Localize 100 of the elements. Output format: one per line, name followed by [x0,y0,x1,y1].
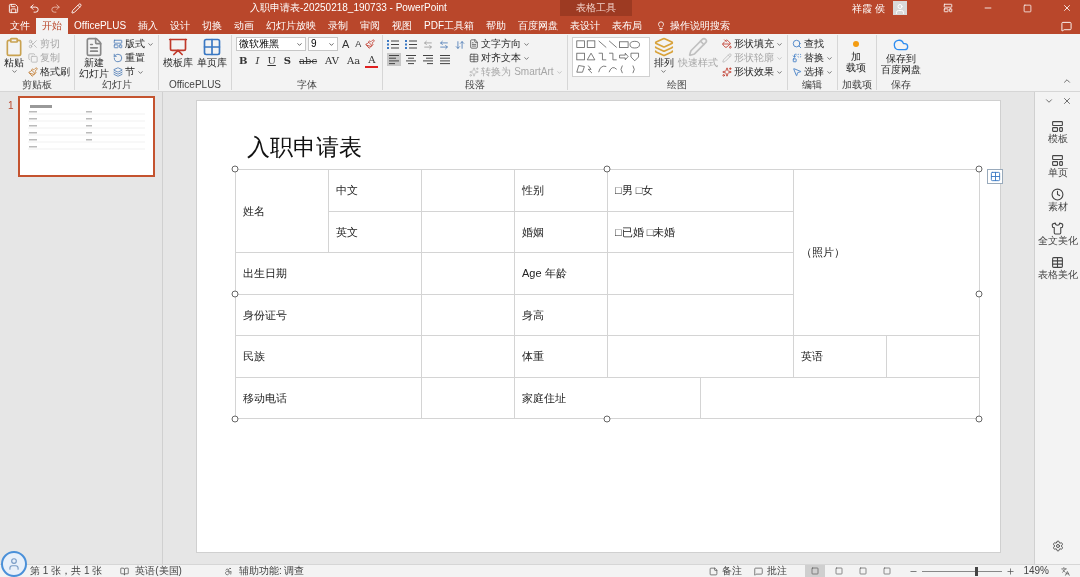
arrange-button[interactable]: 排列 [653,37,674,75]
ribbon-button[interactable]: 格式刷 [28,65,70,79]
save-to-cloud-button[interactable]: 保存到 百度网盘 [880,37,921,75]
ribbon-button[interactable]: 对齐文本 [469,51,563,65]
window-title: 入职申请表-20250218_190733 - PowerPoint [250,1,447,15]
ribbon-button[interactable]: 选择 [791,65,833,79]
side-pane-button[interactable]: 模板 [1047,120,1068,144]
side-pane-button[interactable]: 单页 [1047,154,1068,178]
format-button[interactable]: I [252,55,263,67]
ribbon-button[interactable]: 形状效果 [721,65,783,79]
ribbon-tab[interactable]: 插入 [132,18,165,34]
ribbon-tab[interactable]: 幻灯片放映 [260,18,323,34]
ribbon-button[interactable]: 文字方向 [469,37,563,51]
settings-icon [1051,540,1064,552]
ribbon-display-icon [943,3,953,13]
search-icon [791,39,802,49]
ribbon-tab[interactable]: 审阅 [354,18,387,34]
table-cell: 性别 [514,169,608,211]
pointer-icon [791,67,802,77]
paste-button[interactable]: 粘贴 [4,37,24,75]
caret-icon [296,40,303,48]
ribbon-tab[interactable]: 开始 [36,18,68,34]
group-label: OfficePLUS [167,79,223,90]
align-icon [388,54,401,65]
side-pane-button[interactable]: 素材 [1047,188,1068,212]
slide-counter: 第 1 张，共 1 张 [30,565,103,577]
addins-button[interactable]: 加 载项 [841,37,870,73]
outline-icon [721,53,732,63]
ribbon-button[interactable]: 形状填充 [721,37,783,51]
bullets-icon [387,39,400,50]
comments-icon [754,566,764,576]
comments-icon [1061,20,1072,32]
ribbon-button[interactable]: 替换 [791,51,833,65]
ribbon-tab[interactable]: OfficePLUS [68,18,133,34]
ribbon-button[interactable]: 查找 [791,37,833,51]
align-icon [422,54,435,65]
accessibility-status[interactable]: 辅助功能: 调查 [238,565,305,577]
person-icon [7,557,21,571]
align-button[interactable] [404,53,419,66]
template-button[interactable]: 单页库 [197,37,227,68]
font-name-field[interactable]: 微软雅黑 [236,37,306,51]
ribbon-tab[interactable]: 帮助 [480,18,513,34]
ribbon-tab[interactable]: 视图 [386,18,419,34]
resize-handle[interactable] [975,165,983,173]
language-status[interactable]: 英语(美国) [135,565,182,577]
numbering-icon [405,39,418,50]
new-slide-button[interactable]: 新建 幻灯片 [79,37,109,79]
resize-handle[interactable] [603,415,611,423]
align-button[interactable] [387,53,402,66]
table-cell: 家庭住址 [514,377,701,419]
template-button[interactable]: 模板库 [163,37,193,68]
ribbon-tab[interactable]: 文件 [4,18,36,34]
align-button[interactable] [438,53,453,66]
align-button[interactable] [421,53,436,66]
template-icon [1051,120,1064,133]
zoom-level[interactable]: 149% [1023,565,1049,577]
resize-handle[interactable] [231,290,239,298]
resize-handle[interactable] [603,165,611,173]
tell-me-search[interactable]: 操作说明搜索 [670,18,731,34]
comments-button[interactable]: 批注 [767,565,788,577]
format-button[interactable]: B [236,55,251,67]
ribbon-button[interactable]: 节 [113,65,154,79]
resize-handle[interactable] [231,165,239,173]
side-pane-button[interactable]: 全文美化 [1037,222,1078,246]
grow-font-button[interactable]: A [340,38,352,50]
shapes-gallery-drawing[interactable] [571,37,650,77]
shrink-font-button[interactable]: A [353,38,364,50]
ribbon-tab[interactable]: 百度网盘 [512,18,565,34]
notes-button[interactable]: 备注 [722,565,743,577]
side-pane-button[interactable]: 表格美化 [1037,256,1078,280]
table-cell: 姓名 [235,169,329,253]
format-button[interactable]: AV [322,55,342,67]
caret-icon [137,68,144,76]
format-button[interactable]: A [365,54,379,68]
format-button[interactable]: Aa [344,55,364,67]
slide-title: 入职申请表 [246,133,363,162]
ribbon-tab[interactable]: 录制 [322,18,355,34]
format-button[interactable]: abc [296,55,321,67]
ribbon-tab[interactable]: 表设计 [564,18,607,34]
shirt-icon [1051,222,1064,235]
format-button[interactable]: S [280,55,295,67]
ribbon-button[interactable]: 版式 [113,37,154,51]
table-cell: 婚姻 [514,211,608,253]
align-icon [439,54,452,65]
resize-handle[interactable] [231,415,239,423]
ribbon-tab[interactable]: 切换 [196,18,229,34]
ribbon-tab[interactable]: 表布局 [606,18,649,34]
ribbon-tab[interactable]: 动画 [228,18,261,34]
ribbon-tab[interactable]: PDF工具箱 [418,18,481,34]
layout-options-icon[interactable] [987,169,1003,184]
format-button[interactable]: U [264,55,279,67]
layout-icon [113,39,123,49]
resize-handle[interactable] [975,415,983,423]
ribbon-button[interactable]: 重置 [113,51,154,65]
ribbon-tab[interactable]: 设计 [164,18,197,34]
group-label: 加载项 [841,79,872,90]
font-size-field[interactable]: 9 [308,37,338,51]
slide-thumbnail[interactable] [19,98,153,175]
avatar-icon[interactable] [1,551,27,577]
resize-handle[interactable] [975,290,983,298]
